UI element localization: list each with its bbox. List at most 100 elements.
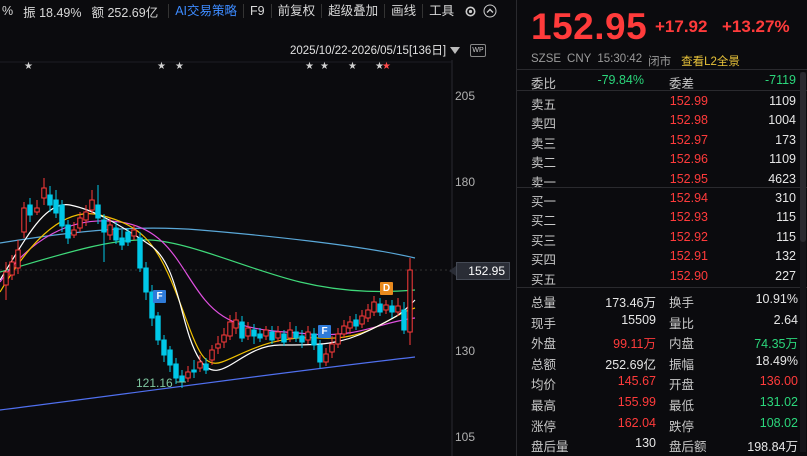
level-volume: 132: [775, 249, 796, 264]
settings-gear-icon[interactable]: [460, 0, 480, 22]
ask-level-row[interactable]: 卖三 152.97 173: [517, 130, 807, 151]
level-price: 152.99: [669, 94, 708, 108]
diff-value: -7119: [764, 73, 796, 87]
view-l2-link[interactable]: 查看L2全景: [681, 53, 740, 69]
event-star-icon[interactable]: ★: [305, 61, 314, 72]
stat-row: 总量 173.46万 换手 10.91%: [517, 289, 807, 310]
candle-body: [293, 331, 299, 339]
ask-level-row[interactable]: 卖五 152.99 1109: [517, 91, 807, 112]
ask-levels: 卖五 152.99 1109 卖四 152.98 1004 卖三 152.97 173 卖二 152…: [517, 90, 807, 190]
candle-body: [329, 343, 335, 353]
candle-body: [299, 335, 305, 343]
candle-body: [179, 375, 185, 383]
stat-value: 162.04: [617, 415, 656, 430]
ask-level-row[interactable]: 卖四 152.98 1004: [517, 110, 807, 131]
stat-label: 涨停: [531, 419, 557, 434]
candle-body: [203, 363, 209, 371]
market-info-line: SZSE CNY 15:30:42 闭市 查看L2全景: [531, 53, 740, 69]
level-price: 152.95: [669, 171, 708, 186]
stat-label: 盘后额: [669, 440, 707, 455]
candle-body: [323, 353, 329, 363]
amplitude-stat: 振 18.49%: [23, 5, 82, 20]
bid-level-row[interactable]: 买二 152.93 115: [517, 207, 807, 228]
quote-scrollbar[interactable]: [800, 72, 806, 452]
level-label: 买五: [531, 272, 557, 287]
f9-button[interactable]: F9: [244, 0, 271, 22]
stat-value: 18.49%: [755, 353, 798, 368]
forward-adjust-button[interactable]: 前复权: [272, 0, 322, 22]
flag-d-marker[interactable]: D: [380, 282, 393, 295]
event-star-icon[interactable]: ★: [157, 61, 166, 72]
event-star-icon[interactable]: ★: [24, 61, 33, 72]
collapse-chevron-icon[interactable]: [480, 0, 500, 22]
stat-value: 252.69亿: [605, 357, 656, 372]
candle-body: [245, 327, 251, 337]
candle-body: [383, 304, 389, 311]
y-tick-130: 130: [455, 344, 476, 358]
level-price: 152.98: [669, 113, 708, 128]
event-star-icon[interactable]: ★: [348, 61, 357, 72]
bid-level-row[interactable]: 买一 152.94 310: [517, 188, 807, 209]
ask-level-row[interactable]: 卖二 152.96 1109: [517, 149, 807, 170]
candle-body: [347, 321, 353, 329]
event-star-icon[interactable]: ★: [320, 61, 329, 72]
stat-label: 跌停: [669, 419, 695, 434]
level-price: 152.96: [669, 152, 708, 167]
flag-f-marker[interactable]: F: [318, 325, 331, 338]
candle-body: [89, 199, 95, 211]
bid-level-row[interactable]: 买五 152.90 227: [517, 266, 807, 287]
stat-value: 74.35万: [754, 337, 798, 352]
stat-row: 总额 252.69亿 振幅 18.49%: [517, 351, 807, 372]
range-dropdown-icon[interactable]: [450, 46, 461, 54]
bid-level-row[interactable]: 买三 152.92 115: [517, 227, 807, 248]
kline-chart-panel[interactable]: % 振 18.49% 额 252.69亿 AI交易策略 F9 前复权 超级叠加 …: [0, 0, 523, 456]
price-change-percent: +13.27%: [722, 17, 790, 36]
scrollbar-thumb[interactable]: [800, 72, 806, 242]
candle-body: [167, 349, 173, 366]
candle-body: [263, 329, 269, 337]
stat-label: 总额: [531, 357, 557, 372]
date-range-selector[interactable]: 2025/10/22-2026/05/15[136日] WP: [290, 42, 487, 58]
level-price: 152.94: [669, 191, 708, 205]
candle-body: [317, 344, 323, 363]
candle-body: [173, 363, 179, 379]
quote-panel: 152.95 +17.92 +13.27% SZSE CNY 15:30:42 …: [516, 0, 807, 456]
event-star-icon[interactable]: ★: [175, 61, 184, 72]
candle-body: [107, 224, 113, 236]
stat-value: 15509: [621, 312, 656, 327]
candle-body: [53, 199, 59, 214]
stat-value: 10.91%: [755, 292, 798, 306]
candle-body: [41, 187, 47, 199]
candle-body: [215, 343, 221, 349]
event-star-red-icon[interactable]: ★: [382, 61, 391, 72]
stat-label: 换手: [669, 296, 695, 310]
ma120-line: [0, 227, 416, 259]
quote-header: 152.95 +17.92 +13.27% SZSE CNY 15:30:42 …: [517, 0, 807, 70]
candle-body: [251, 329, 257, 337]
draw-line-button[interactable]: 画线: [385, 0, 422, 22]
candle-body: [227, 321, 233, 337]
last-price: 152.95: [531, 6, 648, 47]
stat-label: 开盘: [669, 378, 695, 393]
candle-body: [101, 219, 107, 233]
ai-strategy-button[interactable]: AI交易策略: [169, 0, 243, 22]
stat-value: 145.67: [617, 374, 656, 389]
period-low-label: 121.16: [136, 376, 173, 390]
ask-level-row[interactable]: 卖一 152.95 4623: [517, 169, 807, 190]
stat-row: 最高 155.99 最低 131.02: [517, 392, 807, 413]
super-overlay-button[interactable]: 超级叠加: [322, 0, 384, 22]
candle-body: [161, 339, 167, 356]
stat-label: 现手: [531, 316, 557, 331]
flag-f-marker[interactable]: F: [153, 290, 166, 303]
stat-value: 2.64: [773, 312, 798, 327]
wp-badge[interactable]: WP: [470, 43, 487, 57]
bid-level-row[interactable]: 买四 152.91 132: [517, 246, 807, 267]
candle-body: [353, 319, 359, 327]
stat-value: 108.02: [759, 415, 798, 430]
stat-row: 均价 145.67 开盘 136.00: [517, 371, 807, 392]
candle-body: [371, 301, 377, 313]
kline-plot[interactable]: [0, 0, 515, 456]
candle-body: [275, 331, 281, 339]
tools-button[interactable]: 工具: [423, 0, 460, 22]
stat-value: 173.46万: [605, 296, 656, 310]
